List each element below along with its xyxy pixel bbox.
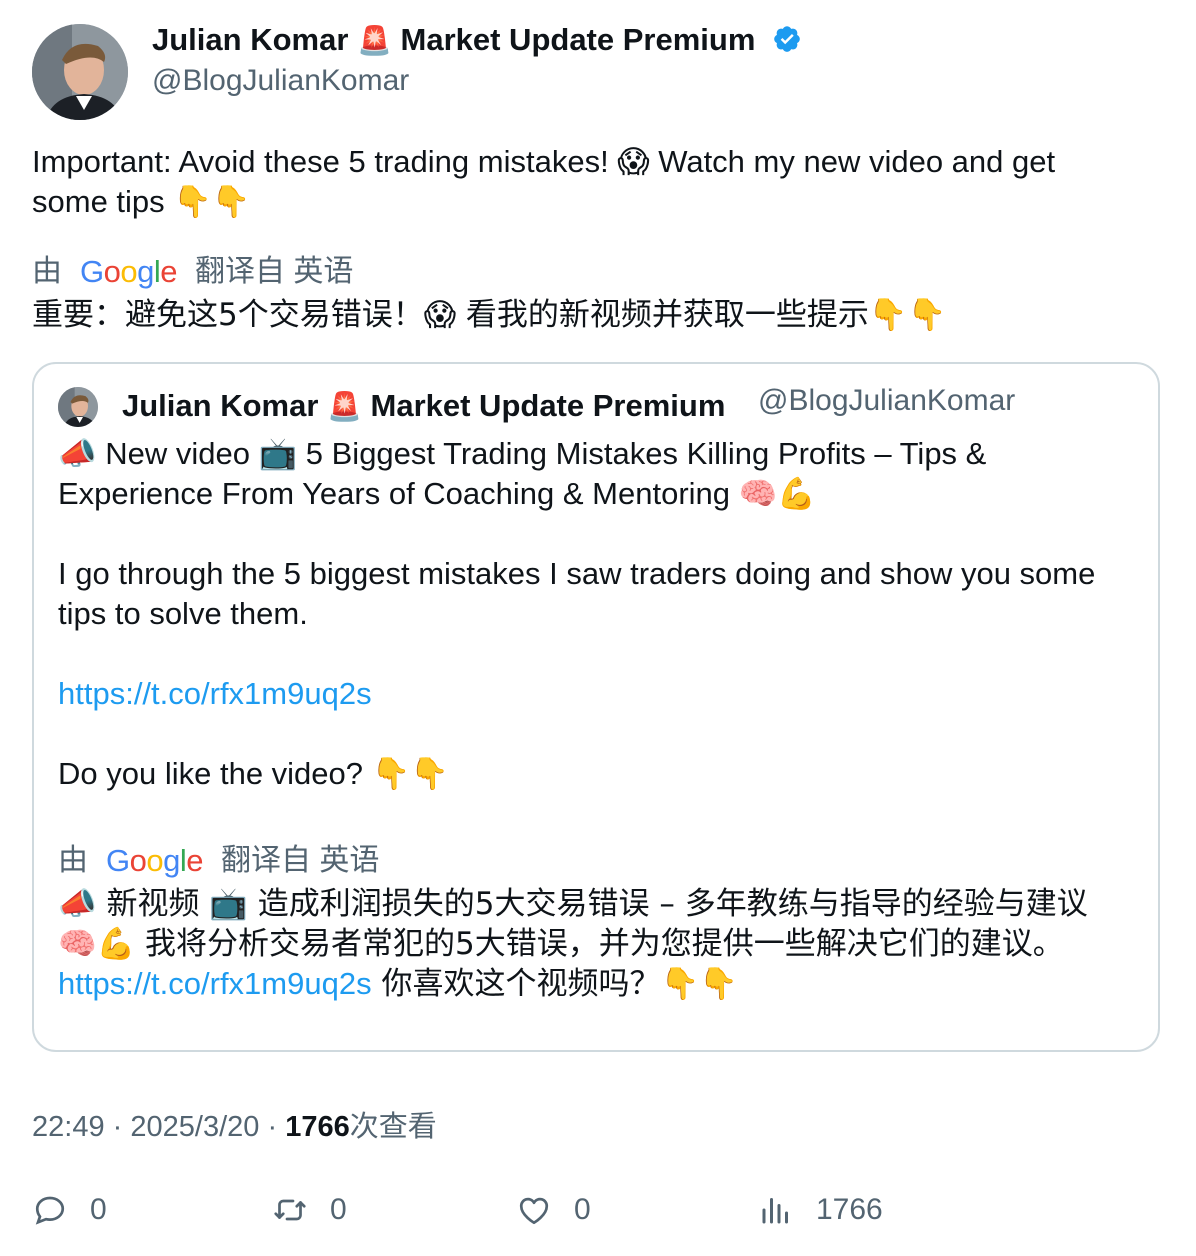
quoted-author-handle: @BlogJulianKomar: [758, 384, 1016, 417]
quoted-translation-text: 你喜欢这个视频吗？👇👇: [381, 966, 738, 1002]
verified-badge-icon: [774, 26, 800, 52]
quoted-translation-line: https://t.co/rfx1m9uq2s 你喜欢这个视频吗？👇👇: [58, 964, 1138, 1004]
translated-prefix: 由: [58, 844, 88, 877]
google-logo-icon: Google: [106, 843, 204, 878]
quoted-text-line: tips to solve them.: [58, 596, 308, 631]
analytics-icon: [762, 1198, 788, 1224]
tweet-text-line: Important: Avoid these 5 trading mistake…: [32, 144, 1056, 179]
tweet-text-line: some tips 👇👇: [32, 184, 251, 219]
quoted-author-avatar: [58, 387, 98, 427]
quoted-text-line: 📣 New video 📺 5 Biggest Trading Mistakes…: [58, 436, 987, 471]
tweet-translation: 重要：避免这5个交易错误！😱 看我的新视频并获取一些提示👇👇: [32, 297, 947, 333]
quoted-translation-line: 🧠💪 我将分析交易者常犯的5大错误，并为您提供一些解决它们的建议。: [58, 926, 1064, 962]
quoted-tweet-body: 📣 New video 📺 5 Biggest Trading Mistakes…: [58, 434, 1138, 794]
like-count: 0: [574, 1193, 591, 1226]
siren-icon: 🚨: [327, 391, 362, 422]
reply-count: 0: [90, 1193, 107, 1226]
retweet-button[interactable]: 0: [272, 1190, 347, 1230]
author-name-first: Julian Komar: [152, 22, 349, 57]
siren-icon: 🚨: [357, 25, 392, 56]
translated-suffix: 翻译自 英语: [221, 844, 380, 877]
meta-separator: ·: [112, 1111, 123, 1143]
views-count: 1766: [285, 1111, 350, 1143]
reply-button[interactable]: 0: [32, 1190, 107, 1230]
heart-icon: [519, 1197, 549, 1225]
quoted-author-name: Julian Komar 🚨 Market Update Premium: [122, 388, 725, 424]
meta-separator: ·: [267, 1111, 278, 1143]
quoted-name-second: Market Update Premium: [370, 388, 726, 423]
like-button[interactable]: 0: [516, 1190, 591, 1230]
translated-prefix: 由: [32, 255, 62, 288]
reply-icon: [35, 1196, 65, 1225]
author-handle[interactable]: @BlogJulianKomar: [152, 64, 409, 98]
quoted-name-first: Julian Komar: [122, 388, 319, 423]
google-logo-icon: Google: [80, 254, 178, 289]
tweet-meta: 22:49 · 2025/3/20 · 1766次查看: [32, 1103, 437, 1145]
retweet-count: 0: [330, 1193, 347, 1226]
quoted-video-link[interactable]: https://t.co/rfx1m9uq2s: [58, 674, 1138, 714]
quoted-text-line: Do you like the video? 👇👇: [58, 756, 449, 791]
quoted-translation-line: 📣 新视频 📺 造成利润损失的5大交易错误 – 多年教练与指导的经验与建议: [58, 886, 1088, 922]
views-label: 次查看: [349, 1109, 437, 1143]
quoted-text-line: Experience From Years of Coaching & Ment…: [58, 476, 816, 511]
quoted-translation: 📣 新视频 📺 造成利润损失的5大交易错误 – 多年教练与指导的经验与建议 🧠💪…: [58, 884, 1138, 1004]
tweet-date[interactable]: 2025/3/20: [130, 1111, 259, 1143]
quoted-translation-link[interactable]: https://t.co/rfx1m9uq2s: [58, 966, 372, 1001]
retweet-icon: [274, 1199, 306, 1221]
tweet-text: Important: Avoid these 5 trading mistake…: [32, 142, 1152, 222]
views-action-count: 1766: [816, 1193, 883, 1226]
tweet-time[interactable]: 22:49: [32, 1111, 105, 1143]
quoted-translated-by-google[interactable]: 由 Google 翻译自 英语: [58, 835, 379, 879]
author-name-second: Market Update Premium: [400, 22, 756, 57]
translated-by-google[interactable]: 由 Google 翻译自 英语: [32, 246, 353, 290]
quoted-text-line: I go through the 5 biggest mistakes I sa…: [58, 556, 1096, 591]
translated-suffix: 翻译自 英语: [195, 255, 354, 288]
author-name[interactable]: Julian Komar 🚨 Market Update Premium: [152, 22, 802, 58]
views-button[interactable]: 1766: [758, 1190, 883, 1230]
author-avatar[interactable]: [32, 24, 128, 120]
